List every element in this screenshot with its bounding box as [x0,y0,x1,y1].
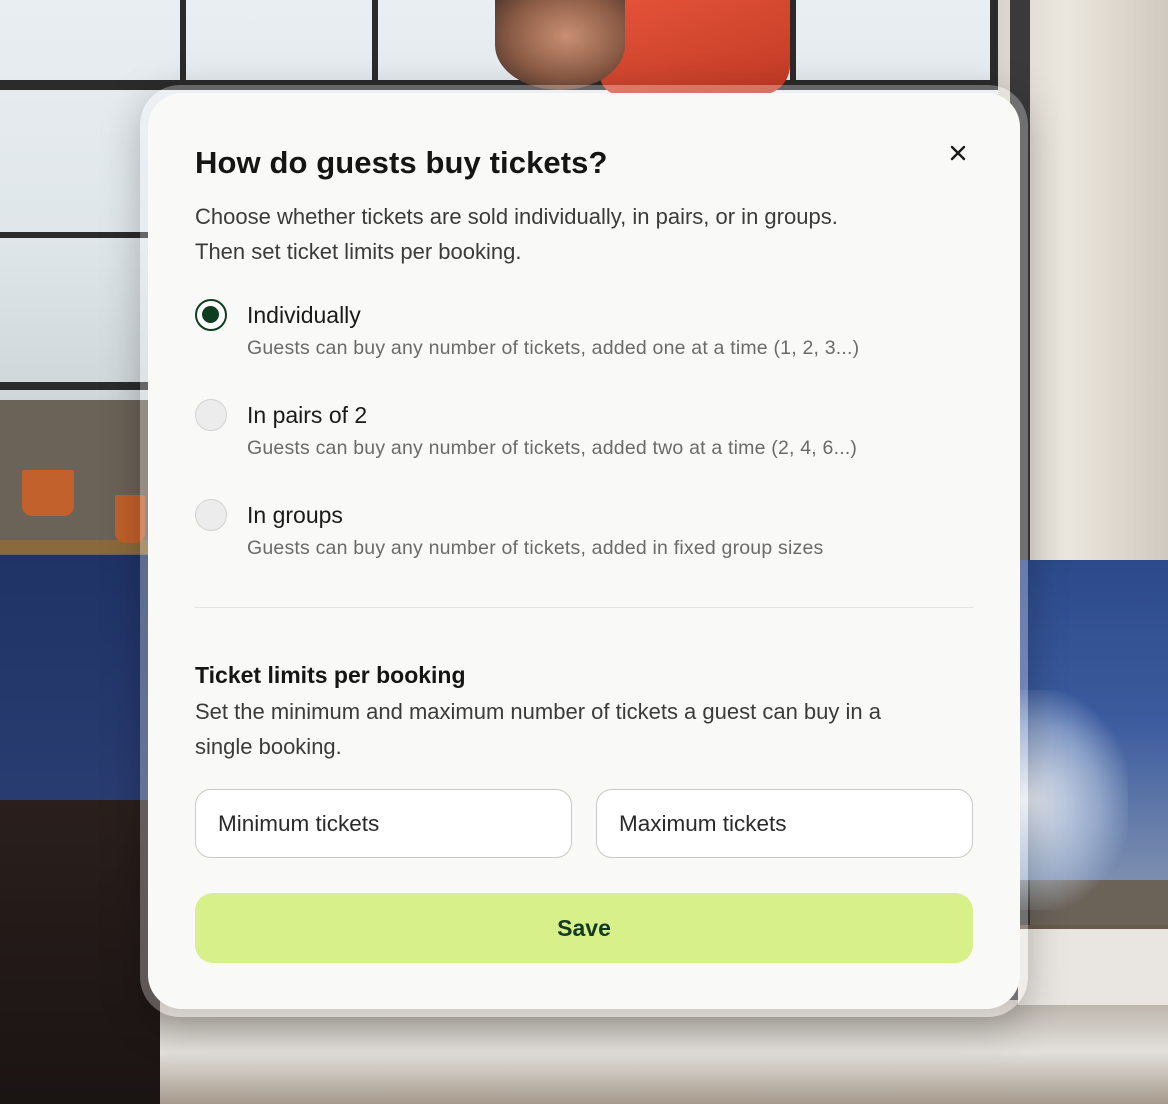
limits-inputs [195,789,973,858]
window-frame [790,0,796,90]
plant-pot [22,470,74,516]
window-frame [0,232,150,238]
radio-button-selected[interactable] [195,299,227,331]
maximum-tickets-input[interactable] [596,789,973,858]
modal-subtitle: Choose whether tickets are sold individu… [195,204,838,264]
limits-description: Set the minimum and maximum number of ti… [195,699,881,759]
window-frame [0,382,150,390]
background-barrel [0,800,160,1104]
option-description: Guests can buy any number of tickets, ad… [247,337,860,359]
background-wall [0,555,160,815]
purchase-mode-radio-group: Individually Guests can buy any number o… [195,299,973,599]
background-table [1018,925,1168,1005]
radio-button[interactable] [195,399,227,431]
option-label: Individually [247,302,361,328]
window-frame [180,0,186,90]
option-in-pairs[interactable]: In pairs of 2 Guests can buy any number … [195,399,973,499]
close-button[interactable] [944,139,972,167]
option-in-groups[interactable]: In groups Guests can buy any number of t… [195,499,973,599]
ticket-purchase-modal: How do guests buy tickets? Choose whethe… [148,93,1020,1009]
option-label: In groups [247,502,343,528]
modal-title: How do guests buy tickets? [195,145,608,180]
option-description: Guests can buy any number of tickets, ad… [247,537,824,559]
close-icon [950,145,966,161]
option-individually[interactable]: Individually Guests can buy any number o… [195,299,973,399]
limits-title: Ticket limits per booking [195,662,466,688]
window-frame [990,0,998,90]
background-person [600,0,790,95]
section-divider [195,607,973,608]
option-label: In pairs of 2 [247,402,368,428]
radio-button[interactable] [195,499,227,531]
option-description: Guests can buy any number of tickets, ad… [247,437,858,459]
minimum-tickets-input[interactable] [195,789,572,858]
save-button[interactable]: Save [195,893,973,963]
background-person [495,0,625,90]
window-frame [372,0,378,90]
